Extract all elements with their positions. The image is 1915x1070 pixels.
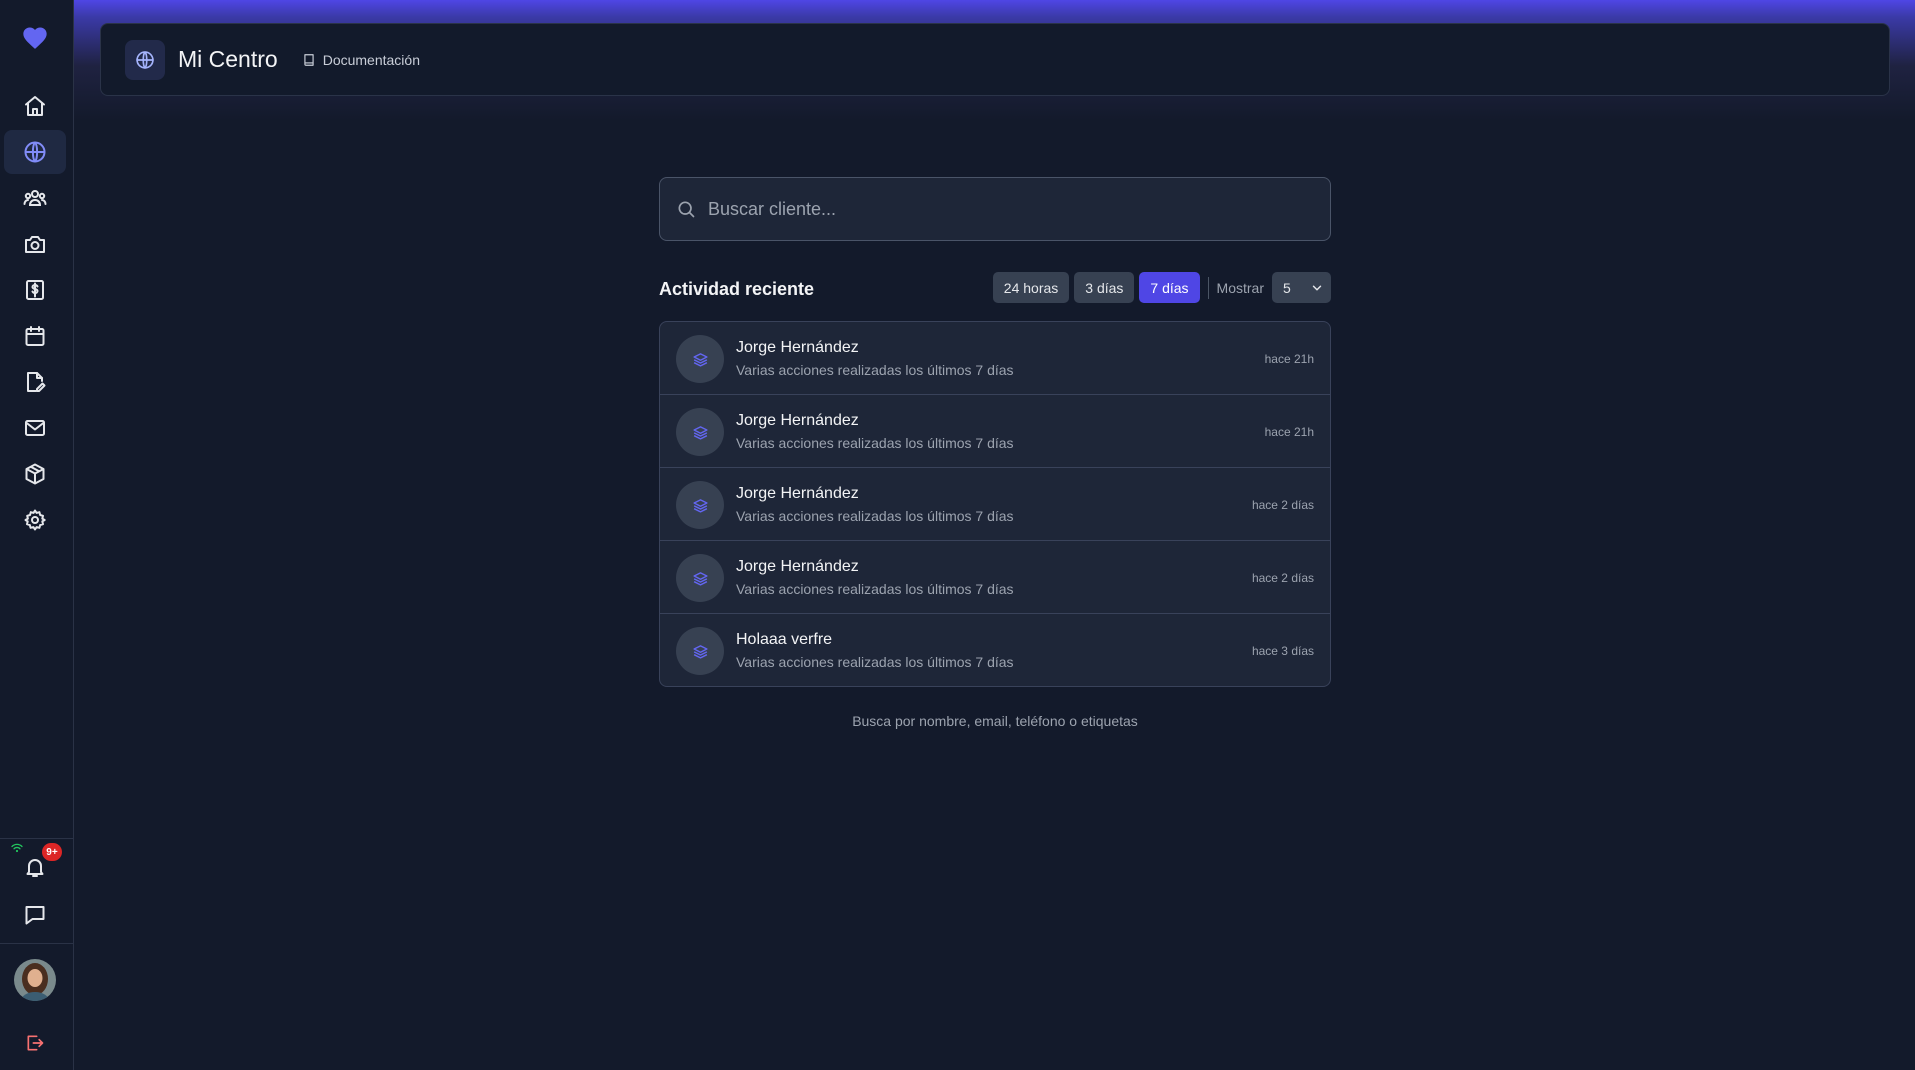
logout-icon: [27, 1035, 44, 1051]
user-avatar[interactable]: [14, 959, 56, 1001]
sidebar-item-documents[interactable]: [4, 360, 66, 404]
activity-row[interactable]: Jorge Hernández Varias acciones realizad…: [660, 541, 1330, 614]
mail-icon: [25, 420, 45, 436]
activity-row-time: hace 21h: [1264, 352, 1314, 366]
sidebar-item-home[interactable]: [4, 84, 66, 128]
sidebar-item-calendar[interactable]: [4, 314, 66, 358]
sidebar-item-users[interactable]: [4, 176, 66, 220]
edit-document-icon: [27, 372, 46, 392]
sidebar: 9+: [0, 0, 74, 1070]
globe-icon: [24, 141, 46, 163]
activity-row-time: hace 3 días: [1251, 644, 1314, 658]
sidebar-item-settings[interactable]: [4, 498, 66, 542]
chat-button[interactable]: [4, 893, 66, 937]
page-title: Mi Centro: [178, 46, 278, 72]
layers-icon: [676, 554, 724, 602]
activity-row[interactable]: Jorge Hernández Varias acciones realizad…: [660, 322, 1330, 395]
heart-logo-icon[interactable]: [20, 24, 50, 52]
bell-icon: [26, 859, 44, 877]
activity-filters: 24 horas 3 días 7 días Mostrar 5: [992, 272, 1331, 303]
activity-list: Jorge Hernández Varias acciones realizad…: [659, 321, 1331, 687]
activity-row[interactable]: Jorge Hernández Varias acciones realizad…: [660, 395, 1330, 468]
documentation-link[interactable]: Documentación: [302, 52, 420, 68]
sidebar-divider: [0, 943, 74, 944]
documentation-link-label: Documentación: [322, 51, 420, 68]
activity-row-time: hace 2 días: [1251, 498, 1314, 512]
activity-row-description: Varias acciones realizadas los últimos 7…: [736, 581, 1014, 597]
show-count-select[interactable]: 5: [1272, 272, 1331, 303]
dollar-document-icon: [26, 280, 44, 300]
activity-row-description: Varias acciones realizadas los últimos 7…: [736, 508, 1014, 524]
layers-icon: [676, 335, 724, 383]
filter-divider: [1207, 276, 1209, 299]
layers-icon: [676, 408, 724, 456]
activity-row-name: Jorge Hernández: [736, 412, 859, 429]
header-globe-badge: [125, 39, 165, 80]
filter-7d-button[interactable]: 7 días: [1139, 272, 1200, 303]
layers-icon: [676, 481, 724, 529]
calendar-icon: [25, 326, 45, 346]
activity-header: Actividad reciente 24 horas 3 días 7 día…: [659, 272, 1331, 304]
activity-row-name: Holaaa verfre: [736, 631, 833, 648]
activity-row-time: hace 2 días: [1251, 571, 1314, 585]
search-input[interactable]: [708, 198, 1330, 220]
activity-row-name: Jorge Hernández: [736, 558, 859, 575]
activity-row-description: Varias acciones realizadas los últimos 7…: [736, 362, 1014, 378]
sidebar-item-products[interactable]: [4, 452, 66, 496]
sidebar-item-camera[interactable]: [4, 222, 66, 266]
search-box: [659, 177, 1331, 241]
activity-title: Actividad reciente: [659, 279, 815, 299]
activity-row-time: hace 21h: [1264, 425, 1314, 439]
activity-row-description: Varias acciones realizadas los últimos 7…: [736, 654, 1014, 670]
camera-icon: [25, 236, 45, 253]
chevron-down-icon: [1312, 285, 1322, 290]
sidebar-divider: [0, 838, 74, 839]
chat-icon: [25, 906, 45, 925]
sidebar-item-billing[interactable]: [4, 268, 66, 312]
globe-icon: [136, 50, 154, 69]
search-icon: [678, 201, 695, 218]
users-icon: [23, 190, 47, 206]
book-icon: [304, 53, 314, 66]
package-icon: [25, 463, 45, 485]
activity-row-name: Jorge Hernández: [736, 485, 859, 502]
layers-icon: [676, 627, 724, 675]
activity-row-name: Jorge Hernández: [736, 339, 859, 356]
page-header: Mi Centro Documentación: [100, 23, 1890, 96]
activity-row-description: Varias acciones realizadas los últimos 7…: [736, 435, 1014, 451]
notification-badge: 9+: [42, 843, 62, 861]
filter-24h-button[interactable]: 24 horas: [992, 272, 1070, 303]
sidebar-item-globe[interactable]: [4, 130, 66, 174]
logout-button[interactable]: [4, 1021, 66, 1065]
activity-row[interactable]: Holaaa verfre Varias acciones realizadas…: [660, 614, 1330, 686]
home-icon: [25, 96, 45, 116]
activity-row[interactable]: Jorge Hernández Varias acciones realizad…: [660, 468, 1330, 541]
settings-icon: [24, 509, 46, 531]
sidebar-item-mail[interactable]: [4, 406, 66, 450]
show-count-value: 5: [1283, 279, 1291, 296]
filter-3d-button[interactable]: 3 días: [1074, 272, 1135, 303]
search-hint: Busca por nombre, email, teléfono o etiq…: [852, 713, 1138, 729]
notifications-button[interactable]: 9+: [4, 843, 66, 889]
show-count-label: Mostrar: [1216, 279, 1264, 296]
